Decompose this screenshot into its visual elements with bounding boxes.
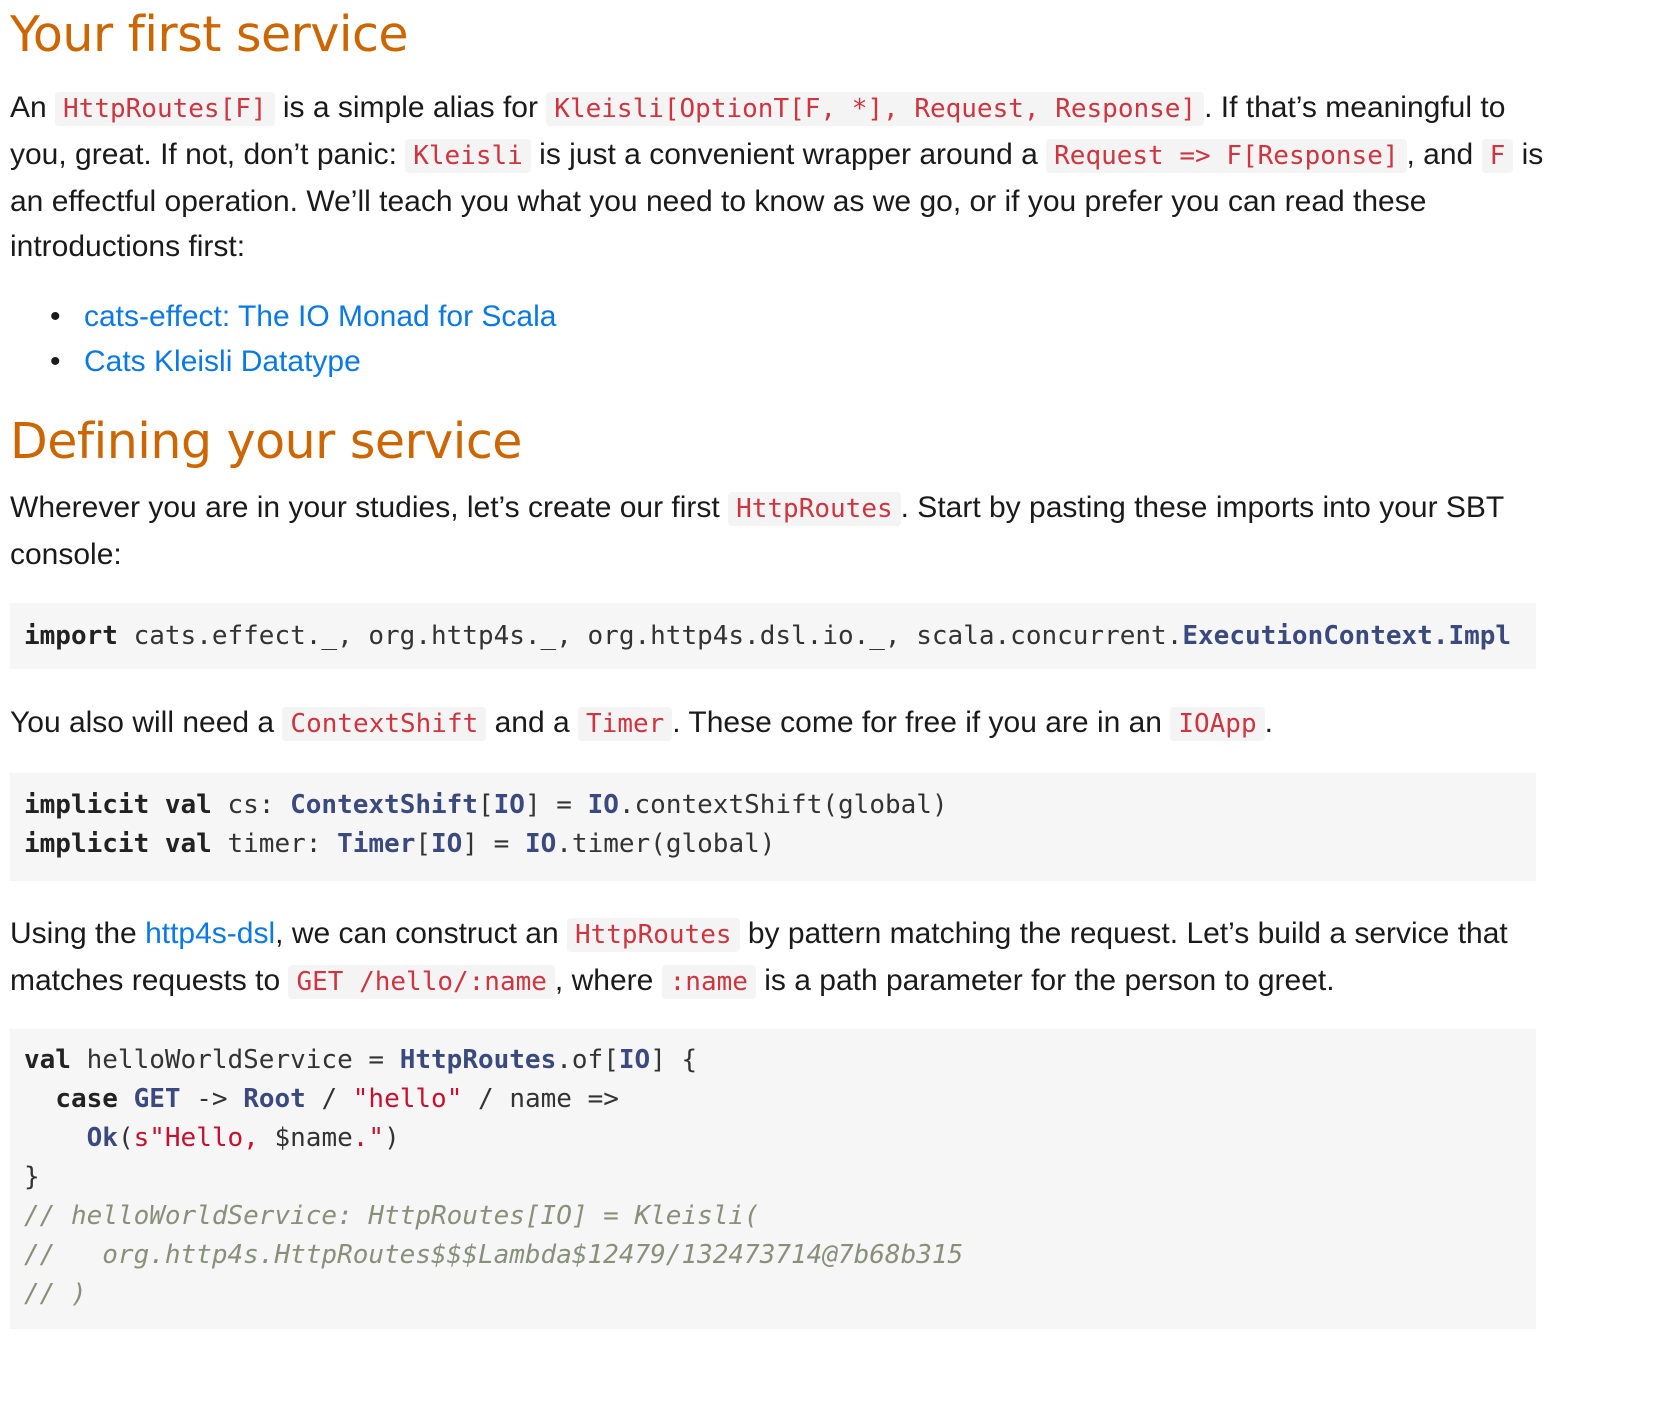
inline-code: F <box>1481 139 1514 173</box>
intro-links-list: cats-effect: The IO Monad for Scala Cats… <box>10 294 556 384</box>
inline-code: Kleisli[OptionT[F, *], Request, Response… <box>546 92 1205 126</box>
inline-code: HttpRoutes <box>728 492 901 526</box>
link-http4s-dsl[interactable]: http4s-dsl <box>145 917 275 950</box>
inline-code: Timer <box>578 707 673 741</box>
inline-code: ContextShift <box>282 707 487 741</box>
context-paragraph: You also will need a ContextShift and a … <box>10 706 1273 741</box>
inline-code: :name <box>661 965 756 999</box>
inline-code: Kleisli <box>405 139 531 173</box>
inline-code: HttpRoutes[F] <box>55 92 275 126</box>
inline-code: Request => F[Response] <box>1046 139 1407 173</box>
code-block-implicits[interactable]: implicit val cs: ContextShift[IO] = IO.c… <box>10 773 1536 881</box>
inline-code: HttpRoutes <box>566 918 740 952</box>
section-title-defining-service: Defining your service <box>10 413 522 470</box>
inline-code: GET /hello/:name <box>288 965 555 999</box>
link-cats-kleisli[interactable]: Cats Kleisli Datatype <box>84 345 361 378</box>
code-block-hello-service[interactable]: val helloWorldService = HttpRoutes.of[IO… <box>10 1029 1536 1329</box>
list-item: Cats Kleisli Datatype <box>10 339 556 384</box>
section-title-first-service: Your first service <box>10 6 409 63</box>
code-block-imports[interactable]: import cats.effect._, org.http4s._, org.… <box>10 603 1536 669</box>
defining-paragraph: Wherever you are in your studies, let’s … <box>10 491 1504 571</box>
link-cats-effect[interactable]: cats-effect: The IO Monad for Scala <box>84 300 556 333</box>
list-item: cats-effect: The IO Monad for Scala <box>10 294 556 339</box>
intro-paragraph: An HttpRoutes[F] is a simple alias for K… <box>10 91 1544 263</box>
dsl-paragraph: Using the http4s-dsl, we can construct a… <box>10 917 1508 999</box>
inline-code: IOApp <box>1170 707 1265 741</box>
